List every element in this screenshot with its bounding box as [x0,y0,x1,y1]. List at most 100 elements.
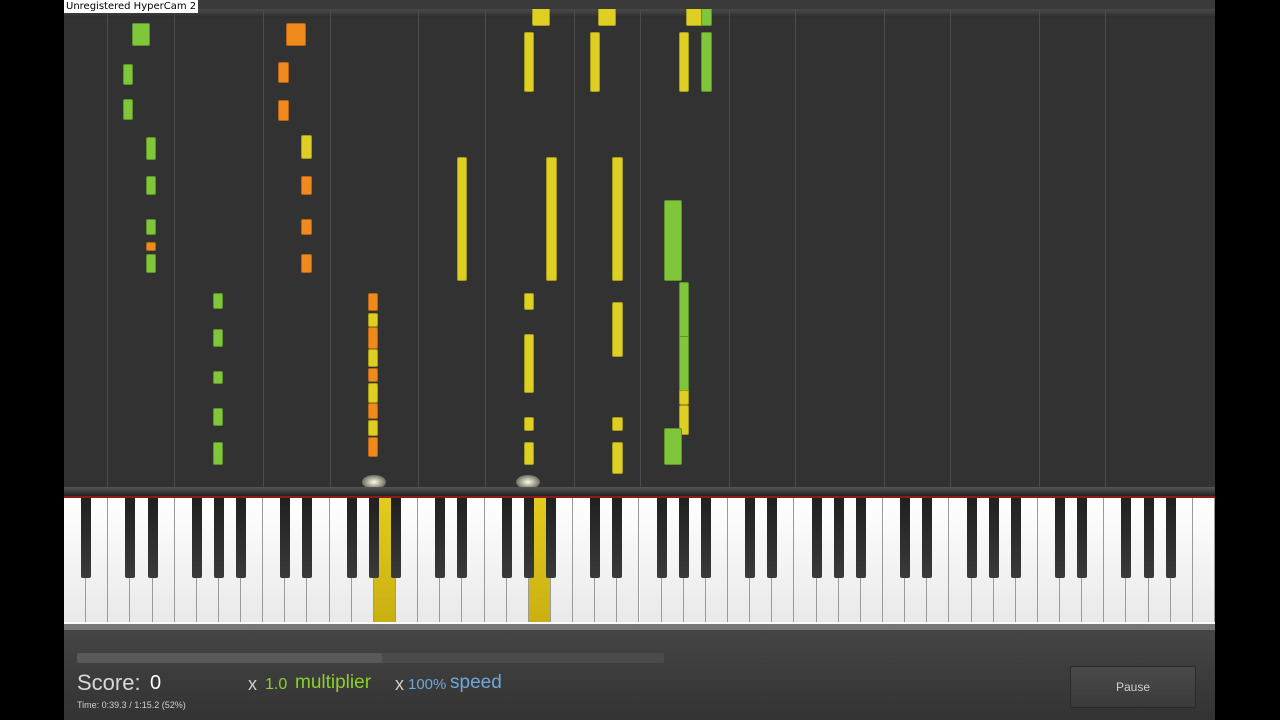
falling-note [664,200,682,281]
black-key[interactable] [1165,498,1176,578]
falling-note [286,23,306,46]
black-key[interactable] [700,498,711,578]
black-key[interactable] [745,498,756,578]
falling-note [368,403,378,419]
falling-note [123,99,133,120]
black-key[interactable] [590,498,601,578]
falling-note [368,313,378,327]
black-key[interactable] [1121,498,1132,578]
grid-line [950,9,951,487]
grid-line [640,9,641,487]
falling-note [213,408,223,426]
falling-note [457,157,467,281]
falling-note [213,293,223,309]
black-key[interactable] [656,498,667,578]
synthesia-app: Score: 0 Time: 0:39.3 / 1:15.2 (52%) x 1… [64,0,1215,720]
pause-button[interactable]: Pause [1070,666,1196,708]
falling-note [132,23,150,46]
falling-note [146,176,156,195]
black-key[interactable] [900,498,911,578]
black-key[interactable] [988,498,999,578]
white-key[interactable] [1192,498,1215,622]
black-key[interactable] [1143,498,1154,578]
black-key[interactable] [81,498,92,578]
falling-note [123,64,133,85]
black-key[interactable] [612,498,623,578]
black-key[interactable] [855,498,866,578]
grid-line [174,9,175,487]
falling-note [146,219,156,235]
black-key[interactable] [545,498,556,578]
note-hit-glow [362,475,386,487]
black-key[interactable] [391,498,402,578]
recorder-watermark: Unregistered HyperCam 2 [64,0,199,13]
falling-note [598,9,616,26]
black-key[interactable] [302,498,313,578]
black-key[interactable] [1055,498,1066,578]
song-time: Time: 0:39.3 / 1:15.2 (52%) [77,700,186,710]
falling-note [146,242,156,251]
black-key[interactable] [213,498,224,578]
speed-label: speed [450,672,502,693]
score-label: Score: [77,670,141,695]
black-key[interactable] [811,498,822,578]
falling-note [679,32,689,92]
black-key[interactable] [833,498,844,578]
grid-line [884,9,885,487]
score-value: 0 [150,672,162,694]
black-key[interactable] [346,498,357,578]
black-key[interactable] [966,498,977,578]
falling-note [301,254,312,273]
black-key[interactable] [922,498,933,578]
falling-note [213,442,223,465]
song-progress-fill [77,653,383,663]
black-key[interactable] [147,498,158,578]
grid-line [263,9,264,487]
falling-note [612,157,623,281]
piano-keyboard [64,498,1215,628]
falling-note [524,32,534,92]
black-key[interactable] [457,498,468,578]
falling-note [213,371,223,384]
black-key[interactable] [191,498,202,578]
black-key[interactable] [523,498,534,578]
falling-note [524,334,534,393]
black-key[interactable] [678,498,689,578]
black-key[interactable] [501,498,512,578]
black-key[interactable] [1010,498,1021,578]
falling-note [679,282,689,340]
note-roll [64,9,1215,487]
falling-note [701,9,712,26]
falling-note [590,32,600,92]
black-key[interactable] [1077,498,1088,578]
falling-note [368,420,378,436]
falling-note [368,368,378,382]
black-key[interactable] [767,498,778,578]
grid-line [795,9,796,487]
falling-note [679,336,689,394]
black-key[interactable] [125,498,136,578]
song-progress-bar[interactable] [77,653,664,663]
falling-note [524,417,534,431]
falling-note [278,62,289,83]
falling-note [146,254,156,273]
falling-note [524,442,534,465]
grid-line [485,9,486,487]
black-key[interactable] [280,498,291,578]
black-key[interactable] [236,498,247,578]
falling-note [612,417,623,431]
falling-note [524,293,534,310]
falling-note [213,329,223,347]
black-key[interactable] [435,498,446,578]
multiplier-x: x [248,674,257,694]
falling-note [368,293,378,311]
falling-note [278,100,289,121]
grid-line [107,9,108,487]
falling-note [612,442,623,474]
note-hit-glow [516,475,540,487]
falling-note [146,137,156,160]
grid-line [418,9,419,487]
black-key[interactable] [368,498,379,578]
grid-line [1039,9,1040,487]
control-bar: Score: 0 Time: 0:39.3 / 1:15.2 (52%) x 1… [64,630,1215,720]
